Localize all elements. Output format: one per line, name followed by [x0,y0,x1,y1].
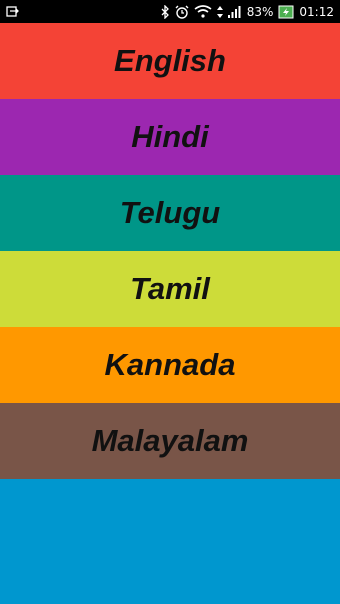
battery-charging-icon [278,4,294,19]
language-item-tamil[interactable]: Tamil [0,251,340,327]
language-label: Kannada [104,347,236,382]
language-label: Malayalam [91,423,249,458]
language-list: English Hindi Telugu Tamil Kannada Malay… [0,23,340,479]
clock: 01:12 [299,4,334,19]
battery-percent: 83% [246,4,274,19]
bluetooth-icon [161,4,170,19]
language-item-english[interactable]: English [0,23,340,99]
empty-area [0,479,340,604]
signal-icon [227,5,242,18]
status-bar: 83% 01:12 [0,0,340,23]
language-label: Tamil [130,271,210,306]
language-label: Telugu [119,195,221,230]
language-item-malayalam[interactable]: Malayalam [0,403,340,479]
wifi-icon [194,5,212,18]
language-item-kannada[interactable]: Kannada [0,327,340,403]
language-label: Hindi [131,119,209,154]
language-item-hindi[interactable]: Hindi [0,99,340,175]
data-arrows-icon [216,5,223,18]
language-label: English [114,43,226,78]
language-item-telugu[interactable]: Telugu [0,175,340,251]
usb-icon [6,5,20,18]
alarm-icon [175,5,189,19]
